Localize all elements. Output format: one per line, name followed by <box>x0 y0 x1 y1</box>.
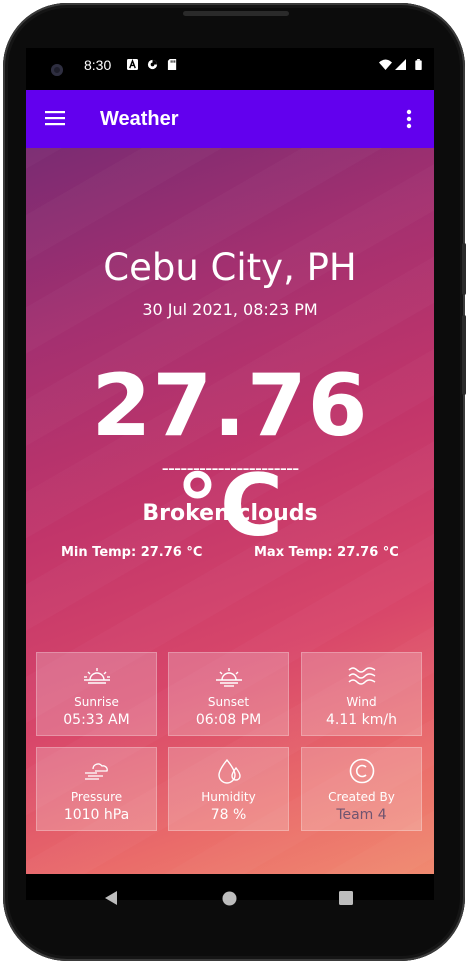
app-bar: Weather <box>26 90 434 148</box>
wind-icon <box>348 667 376 685</box>
sunrise-card: Sunrise 05:33 AM <box>36 652 157 736</box>
card-label: Sunrise <box>74 695 119 709</box>
sunset-icon <box>216 668 242 687</box>
speaker-grille <box>183 11 289 16</box>
card-label: Created By <box>328 790 395 804</box>
card-value: 4.11 km/h <box>326 712 397 728</box>
wifi-icon <box>379 59 392 70</box>
pressure-icon <box>85 763 108 780</box>
humidity-icon <box>218 758 241 784</box>
status-bar: 8:30 <box>26 48 434 90</box>
location-label: Cebu City, PH <box>103 246 357 289</box>
wind-card: Wind 4.11 km/h <box>301 652 422 736</box>
volume-button <box>462 243 466 295</box>
datetime-label: 30 Jul 2021, 08:23 PM <box>142 300 318 319</box>
card-value: Team 4 <box>336 807 387 823</box>
status-time: 8:30 <box>84 57 112 73</box>
a-icon <box>127 59 138 70</box>
nav-bar <box>26 874 434 924</box>
sunrise-icon <box>84 668 110 684</box>
sunset-card: Sunset 06:08 PM <box>168 652 289 736</box>
sd-card-icon <box>167 59 177 70</box>
front-camera <box>51 64 63 76</box>
max-temp-label: Max Temp: 27.76 °C <box>254 545 399 560</box>
weather-description: Broken clouds <box>142 501 318 526</box>
screen: 8:30 Weather Cebu City, PH 30 Jul 2021, … <box>26 48 434 900</box>
more-vert-icon[interactable] <box>406 109 412 129</box>
home-icon[interactable] <box>222 891 237 906</box>
min-temp-label: Min Temp: 27.76 °C <box>61 545 203 560</box>
divider: ---------------------- <box>161 456 300 480</box>
power-button <box>462 315 466 395</box>
weather-panel: Cebu City, PH 30 Jul 2021, 08:23 PM 27.7… <box>26 148 434 874</box>
copyright-icon <box>349 758 375 784</box>
card-label: Pressure <box>70 790 123 804</box>
data-saver-icon <box>147 59 158 70</box>
created-by-card: Created By Team 4 <box>301 747 422 831</box>
card-value: 1010 hPa <box>63 807 130 823</box>
card-label: Humidity <box>201 790 256 804</box>
battery-icon <box>415 59 422 70</box>
back-icon[interactable] <box>104 890 118 906</box>
app-title: Weather <box>100 108 179 130</box>
signal-icon <box>395 59 406 70</box>
humidity-card: Humidity 78 % <box>168 747 289 831</box>
card-label: Sunset <box>207 695 250 709</box>
card-label: Wind <box>346 695 377 709</box>
card-value: 78 % <box>210 807 247 823</box>
recents-icon[interactable] <box>339 891 353 905</box>
card-value: 06:08 PM <box>195 712 262 728</box>
menu-icon[interactable] <box>45 110 65 126</box>
card-value: 05:33 AM <box>63 712 130 728</box>
pressure-card: Pressure 1010 hPa <box>36 747 157 831</box>
